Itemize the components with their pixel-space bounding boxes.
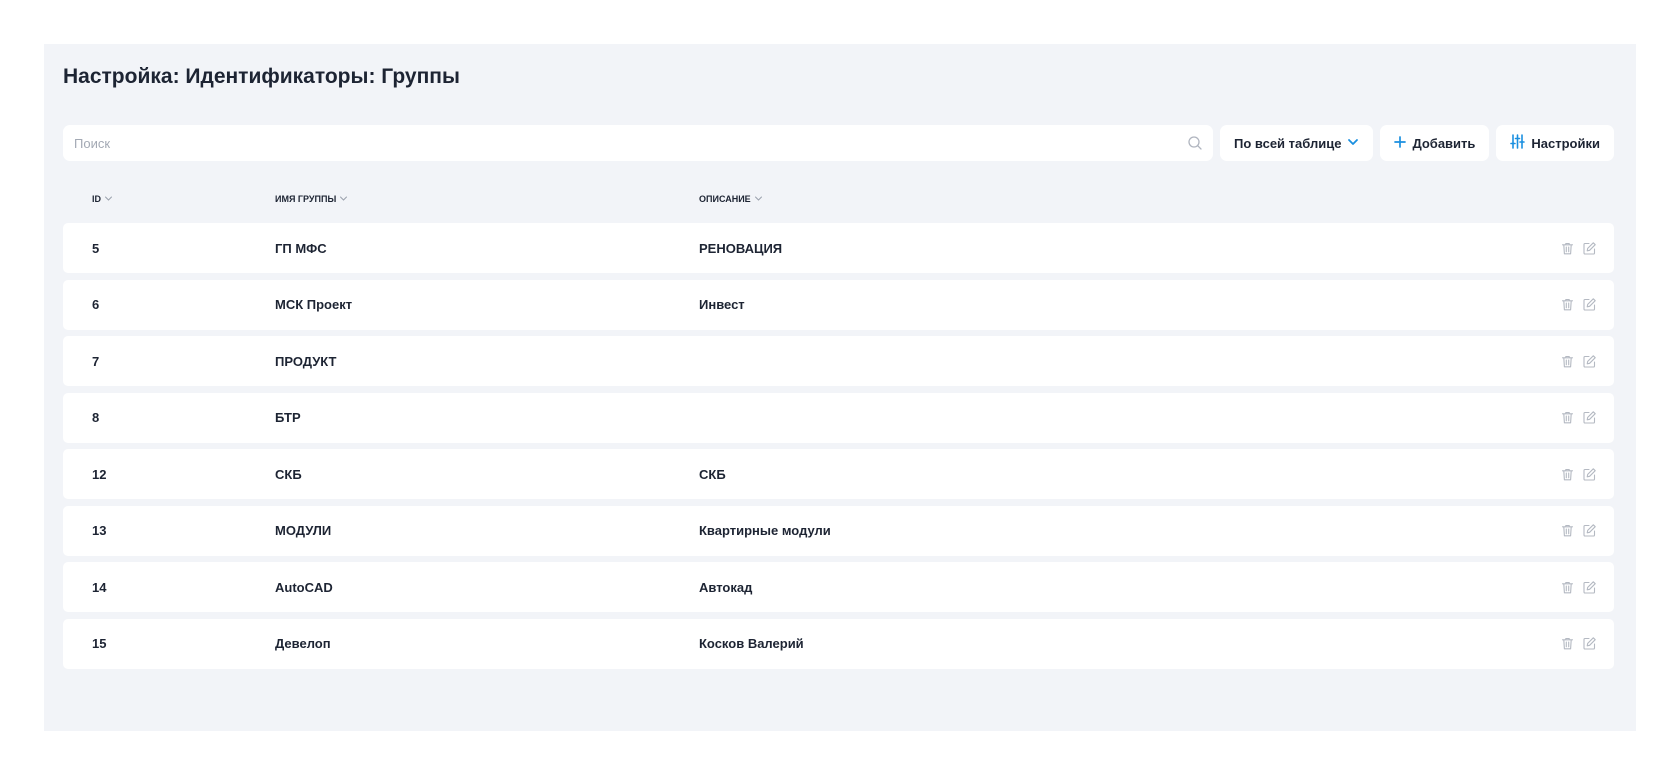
table-body: 5 ГП МФС РЕНОВАЦИЯ 6 МСК Проект Инвест 7… — [63, 223, 1614, 669]
cell-group-name: МОДУЛИ — [275, 523, 332, 538]
cell-group-name: ГП МФС — [275, 240, 327, 256]
add-button-label: Добавить — [1412, 135, 1476, 151]
search-box[interactable] — [63, 125, 1214, 161]
trash-icon[interactable] — [1560, 410, 1575, 425]
search-input[interactable] — [74, 135, 1188, 151]
table-row[interactable]: 13 МОДУЛИ Квартирные модули — [63, 505, 1614, 556]
add-button[interactable]: Добавить — [1380, 125, 1490, 161]
cell-group-name: МСК Проект — [275, 297, 353, 312]
sort-chevron-icon — [754, 194, 763, 205]
row-actions — [1544, 297, 1614, 312]
cell-id: 6 — [92, 297, 100, 312]
column-header-description[interactable]: Описание — [699, 194, 763, 205]
edit-icon[interactable] — [1582, 410, 1597, 425]
cell-id: 5 — [92, 240, 100, 256]
table-row[interactable]: 14 AutoCAD Автокад — [63, 562, 1614, 612]
cell-group-name: Девелоп — [275, 636, 331, 651]
cell-id: 13 — [92, 523, 107, 538]
sort-chevron-icon — [339, 194, 348, 205]
table-row[interactable]: 8 БТР — [63, 392, 1614, 443]
settings-button-label: Настройки — [1531, 135, 1600, 151]
trash-icon[interactable] — [1560, 467, 1575, 482]
scope-dropdown-label: По всей таблице — [1234, 135, 1342, 151]
table-header: ID Имя группы Описание — [63, 179, 1614, 219]
edit-icon[interactable] — [1582, 354, 1597, 369]
edit-icon[interactable] — [1582, 467, 1597, 482]
cell-group-name: СКБ — [275, 466, 302, 482]
groups-panel: Настройка: Идентификаторы: Группы По все… — [44, 44, 1636, 731]
page-title: Настройка: Идентификаторы: Группы — [63, 65, 460, 88]
cell-description: Квартирные модули — [699, 523, 831, 538]
cell-description: СКБ — [699, 466, 726, 482]
table-row[interactable]: 6 МСК Проект Инвест — [63, 279, 1614, 330]
cell-group-name: БТР — [275, 410, 301, 425]
plus-icon — [1394, 135, 1407, 151]
cell-description: РЕНОВАЦИЯ — [699, 240, 783, 256]
table-row[interactable]: 12 СКБ СКБ — [63, 449, 1614, 499]
edit-icon[interactable] — [1582, 523, 1597, 538]
sort-chevron-icon — [104, 194, 113, 205]
cell-description: Автокад — [699, 579, 753, 595]
search-icon[interactable] — [1187, 135, 1203, 151]
cell-description: Инвест — [699, 297, 745, 312]
table-row[interactable]: 15 Девелоп Косков Валерий — [63, 618, 1614, 669]
trash-icon[interactable] — [1560, 241, 1575, 256]
edit-icon[interactable] — [1582, 636, 1597, 651]
settings-button[interactable]: Настройки — [1496, 125, 1614, 161]
cell-id: 7 — [92, 353, 100, 369]
cell-group-name: AutoCAD — [275, 579, 333, 595]
trash-icon[interactable] — [1560, 523, 1575, 538]
column-header-id[interactable]: ID — [92, 194, 113, 205]
row-actions — [1544, 241, 1614, 256]
cell-id: 14 — [92, 579, 107, 595]
row-actions — [1544, 410, 1614, 425]
row-actions — [1544, 467, 1614, 482]
trash-icon[interactable] — [1560, 354, 1575, 369]
edit-icon[interactable] — [1582, 297, 1597, 312]
cell-id: 8 — [92, 410, 100, 425]
cell-id: 12 — [92, 466, 107, 482]
edit-icon[interactable] — [1582, 241, 1597, 256]
row-actions — [1544, 580, 1614, 595]
column-header-name[interactable]: Имя группы — [275, 194, 348, 205]
row-actions — [1544, 523, 1614, 538]
trash-icon[interactable] — [1560, 580, 1575, 595]
cell-group-name: ПРОДУКТ — [275, 353, 337, 369]
row-actions — [1544, 636, 1614, 651]
table-row[interactable]: 5 ГП МФС РЕНОВАЦИЯ — [63, 223, 1614, 273]
edit-icon[interactable] — [1582, 580, 1597, 595]
row-actions — [1544, 354, 1614, 369]
chevron-down-icon — [1347, 136, 1359, 151]
table-row[interactable]: 7 ПРОДУКТ — [63, 336, 1614, 386]
scope-dropdown[interactable]: По всей таблице — [1220, 125, 1374, 161]
trash-icon[interactable] — [1560, 636, 1575, 651]
cell-description: Косков Валерий — [699, 636, 804, 651]
sliders-icon — [1510, 134, 1526, 152]
trash-icon[interactable] — [1560, 297, 1575, 312]
toolbar: По всей таблице Добавить — [63, 125, 1614, 161]
cell-id: 15 — [92, 636, 107, 651]
